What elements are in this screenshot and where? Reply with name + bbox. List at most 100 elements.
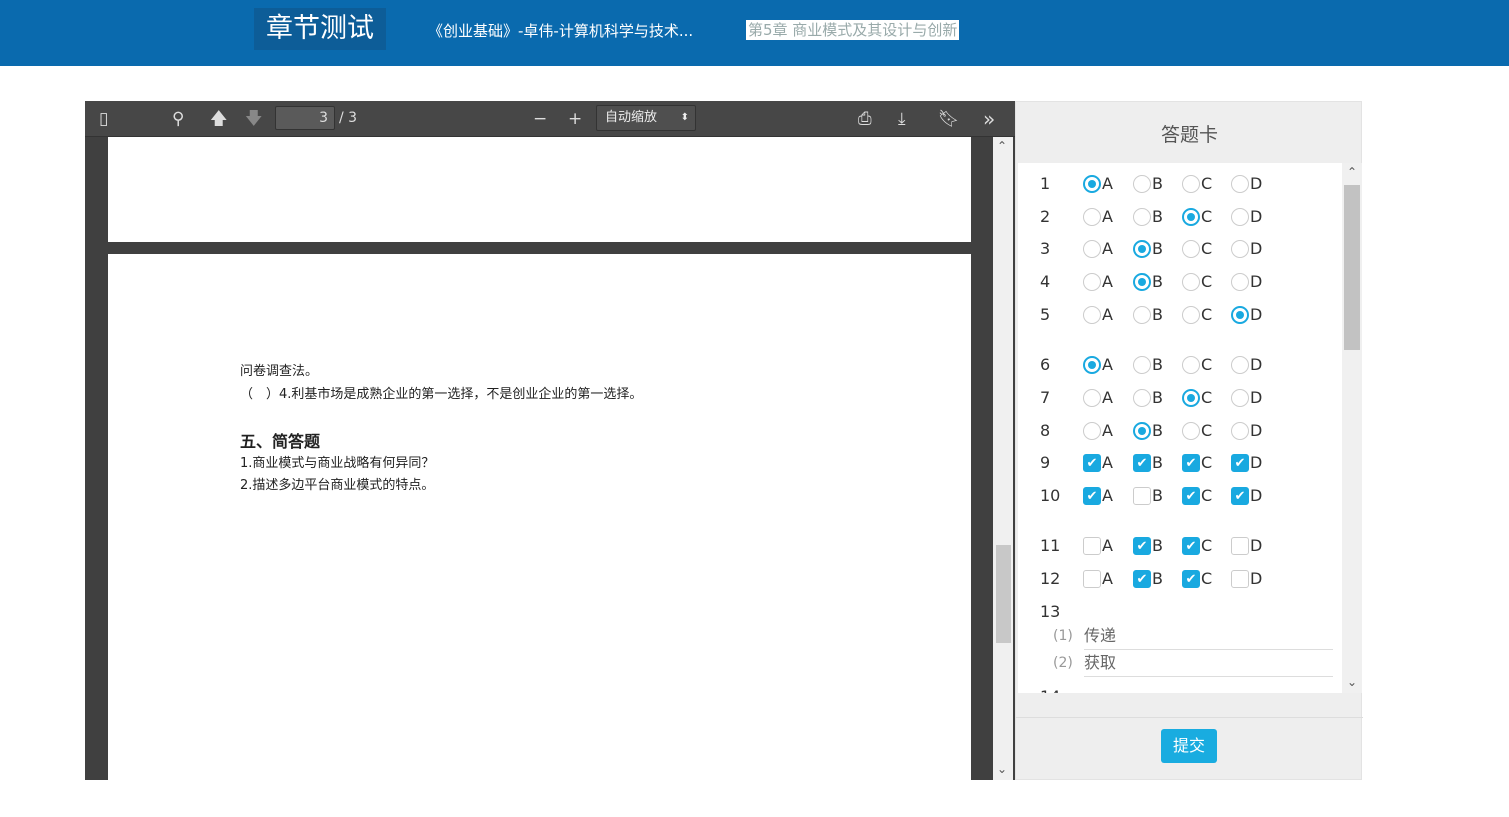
checkbox[interactable]: ✔: [1083, 486, 1101, 505]
radio[interactable]: [1182, 355, 1200, 374]
option-b[interactable]: B: [1133, 272, 1163, 291]
option-a[interactable]: A: [1083, 207, 1113, 226]
search-icon[interactable]: ⚲: [172, 109, 184, 129]
option-d[interactable]: D: [1231, 388, 1262, 407]
radio[interactable]: [1182, 388, 1200, 407]
radio[interactable]: [1182, 174, 1200, 193]
option-a[interactable]: A: [1083, 355, 1113, 374]
radio[interactable]: [1083, 272, 1101, 291]
radio[interactable]: [1182, 305, 1200, 324]
double-chevron-right-icon[interactable]: »: [983, 109, 995, 129]
radio[interactable]: [1083, 305, 1101, 324]
option-d[interactable]: D: [1231, 207, 1262, 226]
radio[interactable]: [1133, 239, 1151, 258]
option-c[interactable]: C: [1182, 239, 1212, 258]
arrow-down-icon[interactable]: 🡇: [245, 109, 262, 129]
option-c[interactable]: C: [1182, 272, 1212, 291]
arrow-up-icon[interactable]: 🡅: [210, 109, 227, 129]
print-icon[interactable]: ⎙: [858, 109, 872, 129]
option-c[interactable]: C: [1182, 355, 1212, 374]
option-b[interactable]: B: [1133, 174, 1163, 193]
checkbox[interactable]: [1083, 536, 1101, 555]
option-d[interactable]: D: [1231, 272, 1262, 291]
option-b[interactable]: B: [1133, 421, 1163, 440]
checkbox[interactable]: ✔: [1231, 453, 1249, 472]
option-c[interactable]: ✔ C: [1182, 569, 1212, 588]
scroll-down-icon[interactable]: ⌄: [1347, 675, 1357, 689]
option-c[interactable]: ✔ C: [1182, 453, 1212, 472]
option-d[interactable]: D: [1231, 569, 1262, 588]
scrollbar-thumb[interactable]: [996, 545, 1011, 643]
radio[interactable]: [1083, 421, 1101, 440]
page-number-input[interactable]: 3: [275, 106, 335, 130]
option-c[interactable]: ✔ C: [1182, 486, 1212, 505]
option-b[interactable]: B: [1133, 355, 1163, 374]
checkbox[interactable]: ✔: [1083, 453, 1101, 472]
option-a[interactable]: A: [1083, 421, 1113, 440]
option-c[interactable]: C: [1182, 305, 1212, 324]
option-c[interactable]: ✔ C: [1182, 536, 1212, 555]
download-icon[interactable]: ⤓: [898, 109, 906, 129]
checkbox[interactable]: ✔: [1182, 536, 1200, 555]
radio[interactable]: [1231, 421, 1249, 440]
radio[interactable]: [1182, 207, 1200, 226]
answer-list-scrollbar[interactable]: ⌃ ⌄: [1342, 163, 1362, 693]
option-a[interactable]: A: [1083, 305, 1113, 324]
radio[interactable]: [1083, 388, 1101, 407]
bookmark-icon[interactable]: 🔖︎: [938, 109, 960, 129]
radio[interactable]: [1133, 355, 1151, 374]
checkbox[interactable]: [1083, 569, 1101, 588]
option-d[interactable]: D: [1231, 174, 1262, 193]
option-c[interactable]: C: [1182, 388, 1212, 407]
radio[interactable]: [1231, 305, 1249, 324]
option-b[interactable]: B: [1133, 388, 1163, 407]
radio[interactable]: [1083, 174, 1101, 193]
zoom-select[interactable]: 自动缩放 ⬍: [596, 105, 696, 131]
sidebar-toggle-icon[interactable]: ▯: [99, 109, 108, 129]
radio[interactable]: [1231, 207, 1249, 226]
pdf-scrollbar[interactable]: ⌃ ⌄: [993, 137, 1013, 780]
checkbox[interactable]: ✔: [1231, 486, 1249, 505]
option-a[interactable]: ✔ A: [1083, 453, 1113, 472]
option-b[interactable]: B: [1133, 207, 1163, 226]
radio[interactable]: [1231, 272, 1249, 291]
scroll-down-icon[interactable]: ⌄: [997, 762, 1007, 776]
option-a[interactable]: A: [1083, 536, 1113, 555]
radio[interactable]: [1133, 174, 1151, 193]
option-c[interactable]: C: [1182, 174, 1212, 193]
radio[interactable]: [1182, 239, 1200, 258]
radio[interactable]: [1133, 207, 1151, 226]
radio[interactable]: [1231, 388, 1249, 407]
checkbox[interactable]: [1133, 486, 1151, 505]
option-a[interactable]: A: [1083, 388, 1113, 407]
option-b[interactable]: B: [1133, 305, 1163, 324]
option-a[interactable]: A: [1083, 174, 1113, 193]
radio[interactable]: [1133, 388, 1151, 407]
blank-input[interactable]: 传递: [1084, 624, 1333, 650]
radio[interactable]: [1231, 174, 1249, 193]
option-d[interactable]: D: [1231, 536, 1262, 555]
checkbox[interactable]: ✔: [1133, 536, 1151, 555]
checkbox[interactable]: ✔: [1182, 453, 1200, 472]
option-b[interactable]: ✔ B: [1133, 453, 1163, 472]
checkbox[interactable]: ✔: [1182, 569, 1200, 588]
checkbox[interactable]: ✔: [1133, 453, 1151, 472]
radio[interactable]: [1133, 305, 1151, 324]
option-d[interactable]: D: [1231, 421, 1262, 440]
option-a[interactable]: A: [1083, 272, 1113, 291]
checkbox[interactable]: [1231, 569, 1249, 588]
option-d[interactable]: D: [1231, 305, 1262, 324]
option-c[interactable]: C: [1182, 207, 1212, 226]
option-b[interactable]: ✔ B: [1133, 536, 1163, 555]
course-link[interactable]: 《创业基础》-卓伟-计算机科学与技术...: [428, 20, 693, 41]
radio[interactable]: [1083, 239, 1101, 258]
option-b[interactable]: ✔ B: [1133, 569, 1163, 588]
radio[interactable]: [1182, 272, 1200, 291]
radio[interactable]: [1231, 239, 1249, 258]
option-b[interactable]: B: [1133, 239, 1163, 258]
option-d[interactable]: ✔ D: [1231, 486, 1262, 505]
option-d[interactable]: D: [1231, 355, 1262, 374]
option-a[interactable]: ✔ A: [1083, 486, 1113, 505]
zoom-in-icon[interactable]: +: [568, 109, 582, 129]
option-d[interactable]: ✔ D: [1231, 453, 1262, 472]
